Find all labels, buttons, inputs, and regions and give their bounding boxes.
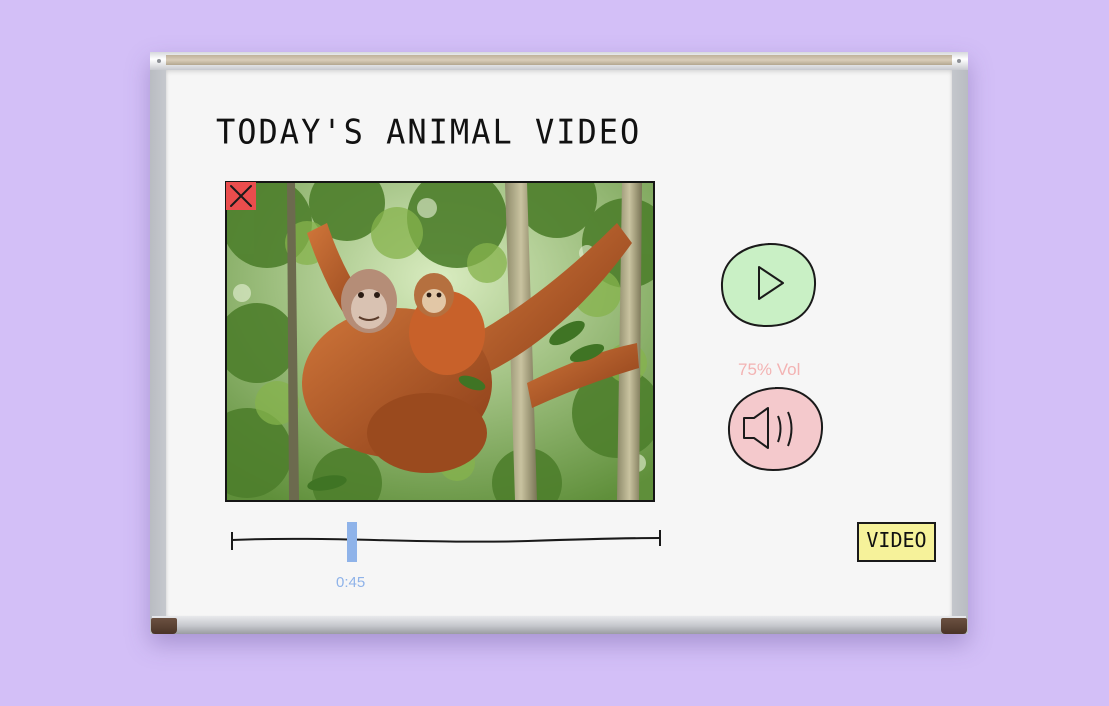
scrubber-handle[interactable] [347,522,357,562]
marker-tray [152,616,966,634]
video-player[interactable] [225,181,655,502]
screw-icon [957,59,961,63]
playback-timeline[interactable] [228,524,664,554]
current-time-label: 0:45 [336,574,366,591]
volume-level-label: 75% Vol [738,360,801,379]
whiteboard-cork-strip [166,55,952,65]
video-thumbnail [227,183,653,500]
volume-button[interactable] [726,386,824,472]
tray-end-cap-right [941,618,967,634]
screw-icon [157,59,161,63]
tray-end-cap-left [151,618,177,634]
page-title: TODAY'S ANIMAL VIDEO [216,112,642,152]
close-button[interactable] [226,182,256,210]
video-button-label: VIDEO [866,528,927,552]
play-button[interactable] [719,242,817,328]
close-x-icon [230,185,252,207]
